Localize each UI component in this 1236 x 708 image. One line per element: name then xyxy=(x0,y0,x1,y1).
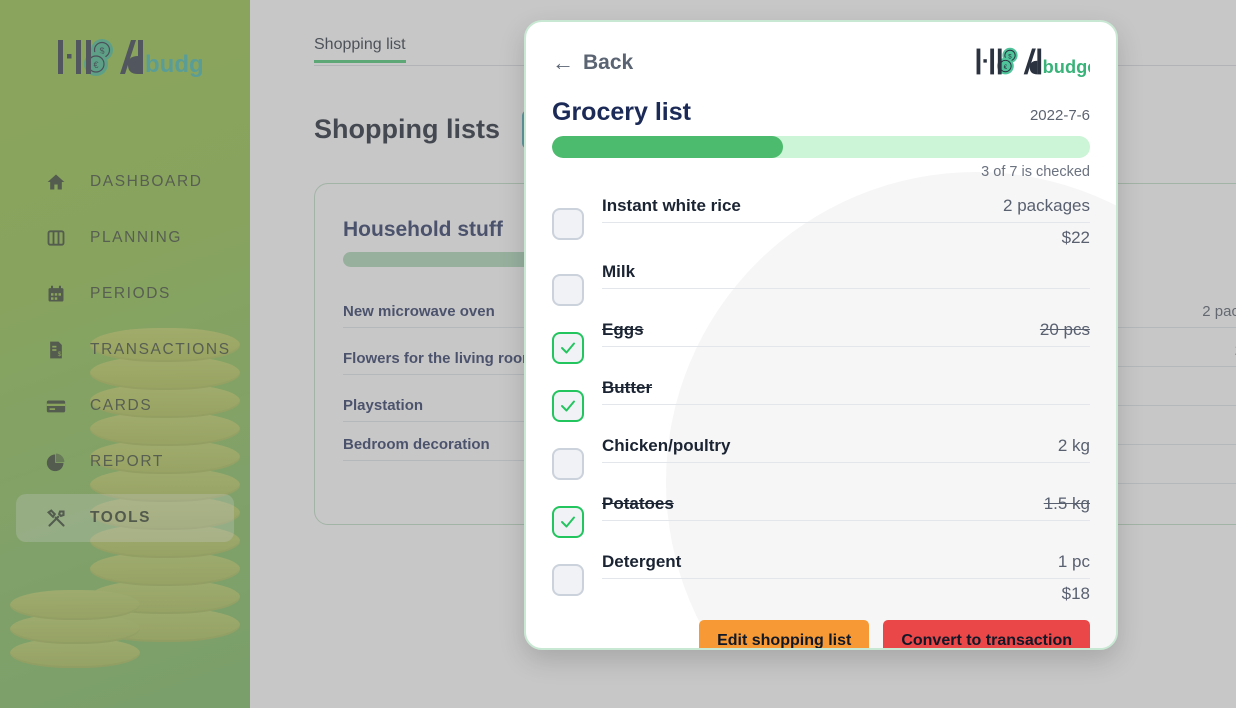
item-name: Detergent xyxy=(602,552,682,571)
item-name: Chicken/poultry xyxy=(602,436,731,455)
item-name: Butter xyxy=(602,378,653,397)
item-checkbox[interactable] xyxy=(552,506,584,538)
modal-title: Grocery list xyxy=(552,98,691,126)
list-item[interactable]: Butter xyxy=(552,378,1090,422)
svg-text:budget: budget xyxy=(1043,56,1090,77)
item-quantity: 2 kg xyxy=(1057,436,1090,455)
progress-label: 3 of 7 is checked xyxy=(981,164,1090,180)
list-item[interactable]: Instant white rice 2 packages $22 xyxy=(552,196,1090,248)
item-checkbox[interactable] xyxy=(552,564,584,596)
item-name: Potatoes xyxy=(602,494,674,513)
item-checkbox[interactable] xyxy=(552,332,584,364)
list-item[interactable]: Milk xyxy=(552,262,1090,306)
modal-logo: $ € budget xyxy=(968,44,1103,82)
progress-bar xyxy=(552,136,1090,158)
item-quantity: 20 pcs xyxy=(1039,320,1090,339)
arrow-left-icon: ← xyxy=(552,50,574,75)
progress-bar-fill xyxy=(552,136,784,158)
item-checkbox[interactable] xyxy=(552,274,584,306)
back-button-label: Back xyxy=(583,51,634,74)
item-quantity: 1.5 kg xyxy=(1043,494,1090,513)
list-item[interactable]: Potatoes 1.5 kg xyxy=(552,494,1090,538)
item-quantity: 1 pc xyxy=(1057,552,1090,571)
edit-shopping-list-button[interactable]: Edit shopping list xyxy=(699,620,870,648)
item-quantity: 2 packages xyxy=(1003,196,1090,215)
item-name: Milk xyxy=(602,262,636,281)
item-name: Eggs xyxy=(602,320,644,339)
modal-header: ← Back $ € budget xyxy=(552,44,1103,82)
item-checkbox[interactable] xyxy=(552,448,584,480)
list-item[interactable]: Eggs 20 pcs xyxy=(552,320,1090,364)
back-button[interactable]: ← Back xyxy=(552,51,633,75)
item-price: $18 xyxy=(1061,584,1090,603)
list-item[interactable]: Detergent 1 pc $18 xyxy=(552,552,1090,604)
item-checkbox[interactable] xyxy=(552,390,584,422)
convert-to-transaction-button[interactable]: Convert to transaction xyxy=(883,620,1090,648)
grocery-items-list: Instant white rice 2 packages $22 Milk E… xyxy=(552,196,1090,604)
modal-title-row: Grocery list 2022-7-6 xyxy=(552,98,1090,127)
item-price: $22 xyxy=(1061,228,1090,247)
modal-actions: Edit shopping list Convert to transactio… xyxy=(552,620,1090,648)
grocery-list-modal: ← Back $ € budget xyxy=(524,20,1118,650)
item-checkbox[interactable] xyxy=(552,208,584,240)
item-name: Instant white rice xyxy=(602,196,741,215)
modal-date: 2022-7-6 xyxy=(1029,107,1090,124)
list-item[interactable]: Chicken/poultry 2 kg xyxy=(552,436,1090,480)
